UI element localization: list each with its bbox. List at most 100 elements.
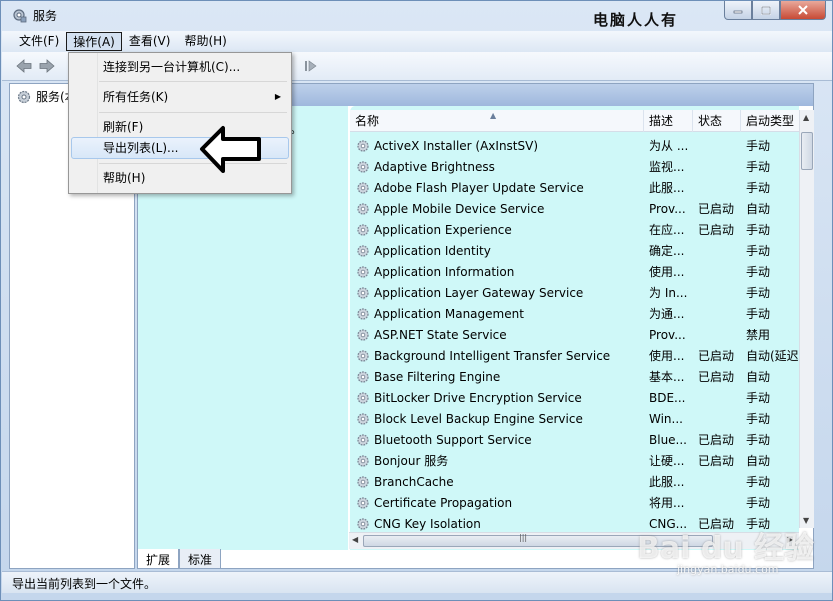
gear-icon bbox=[357, 496, 369, 509]
gear-icon bbox=[357, 391, 369, 404]
service-name-cell: CNG Key Isolation bbox=[350, 517, 644, 531]
menu-item-all-tasks[interactable]: 所有任务(K) ▶ bbox=[71, 86, 289, 108]
tab-standard[interactable]: 标准 bbox=[179, 549, 222, 569]
menu-item-connect[interactable]: 连接到另一台计算机(C)... bbox=[71, 56, 289, 78]
table-row[interactable]: Application Management 为通... 手动 bbox=[350, 303, 799, 324]
service-startup: 手动 bbox=[746, 223, 771, 237]
service-startup: 手动 bbox=[746, 265, 771, 279]
service-name-cell: Bonjour 服务 bbox=[350, 452, 644, 469]
service-name: Application Layer Gateway Service bbox=[374, 285, 584, 300]
service-startup: 自动 bbox=[746, 202, 771, 216]
service-status: 已启动 bbox=[698, 223, 735, 237]
menu-view[interactable]: 查看(V) bbox=[122, 31, 178, 52]
menu-help[interactable]: 帮助(H) bbox=[177, 31, 233, 52]
service-name: ActiveX Installer (AxInstSV) bbox=[374, 138, 539, 153]
close-button[interactable] bbox=[780, 1, 826, 20]
service-name-cell: Certificate Propagation bbox=[350, 496, 644, 510]
service-name-cell: Application Identity bbox=[350, 244, 644, 258]
table-row[interactable]: Application Information 使用... 手动 bbox=[350, 261, 799, 282]
table-row[interactable]: Block Level Backup Engine Service Win... 手… bbox=[350, 408, 799, 429]
service-name: ASP.NET State Service bbox=[374, 327, 507, 342]
service-name: Base Filtering Engine bbox=[374, 369, 501, 384]
menu-file[interactable]: 文件(F) bbox=[12, 31, 66, 52]
gear-icon bbox=[13, 9, 27, 23]
service-name: BitLocker Drive Encryption Service bbox=[374, 390, 582, 405]
close-icon bbox=[798, 5, 808, 15]
menu-item-all-tasks-label: 所有任务(K) bbox=[103, 90, 169, 104]
service-startup: 手动 bbox=[746, 181, 771, 195]
service-status: 已启动 bbox=[698, 370, 735, 384]
table-row[interactable]: Certificate Propagation 将用... 手动 bbox=[350, 492, 799, 513]
gear-icon bbox=[357, 139, 369, 152]
table-row[interactable]: Application Layer Gateway Service 为 In...… bbox=[350, 282, 799, 303]
menu-action[interactable]: 操作(A) bbox=[66, 32, 122, 51]
service-startup: 手动 bbox=[746, 244, 771, 258]
watermark-url: jingyan.baidu.com bbox=[677, 563, 779, 576]
column-header-name[interactable]: ▲ 名称 bbox=[350, 110, 644, 132]
service-startup: 禁用 bbox=[746, 328, 771, 342]
gear-icon bbox=[357, 412, 369, 425]
arrow-right-icon[interactable] bbox=[38, 58, 56, 74]
column-header-startup[interactable]: 启动类型 bbox=[741, 110, 799, 132]
service-startup: 手动 bbox=[746, 391, 771, 405]
table-row[interactable]: BitLocker Drive Encryption Service BDE...… bbox=[350, 387, 799, 408]
service-name-cell: Base Filtering Engine bbox=[350, 370, 644, 384]
service-startup: 手动 bbox=[746, 160, 771, 174]
grip-icon: ||| bbox=[519, 533, 528, 542]
vertical-scroll-thumb[interactable] bbox=[801, 132, 813, 170]
table-row[interactable]: Bonjour 服务 让硬... 已启动 自动 bbox=[350, 450, 799, 471]
service-name-cell: Apple Mobile Device Service bbox=[350, 202, 644, 216]
service-desc: Win... bbox=[649, 411, 683, 426]
maximize-button[interactable] bbox=[752, 1, 780, 20]
menu-separator bbox=[99, 81, 287, 82]
service-name-cell: Bluetooth Support Service bbox=[350, 433, 644, 447]
table-row[interactable]: Adaptive Brightness 监视... 手动 bbox=[350, 156, 799, 177]
service-name-cell: Adaptive Brightness bbox=[350, 160, 644, 174]
table-row[interactable]: ActiveX Installer (AxInstSV) 为从 ... 手动 bbox=[350, 135, 799, 156]
gear-icon bbox=[357, 223, 369, 236]
column-header-desc[interactable]: 描述 bbox=[644, 110, 693, 132]
service-desc: 将用... bbox=[649, 496, 685, 510]
service-name-cell: BranchCache bbox=[350, 475, 644, 489]
menu-item-refresh-label: 刷新(F) bbox=[103, 120, 144, 134]
service-startup: 手动 bbox=[746, 433, 771, 447]
service-name-cell: ActiveX Installer (AxInstSV) bbox=[350, 139, 644, 153]
play-icon[interactable] bbox=[302, 58, 320, 74]
service-desc: Blue... bbox=[649, 432, 687, 447]
table-row[interactable]: Application Experience 在应... 已启动 手动 bbox=[350, 219, 799, 240]
view-tabs: 扩展 标准 bbox=[137, 549, 222, 569]
gear-icon bbox=[357, 433, 369, 446]
column-startup-label: 启动类型 bbox=[746, 114, 795, 128]
minimize-button[interactable] bbox=[724, 1, 752, 20]
service-name: Certificate Propagation bbox=[374, 495, 513, 510]
maximize-icon bbox=[761, 5, 771, 15]
tab-extended[interactable]: 扩展 bbox=[137, 549, 180, 569]
table-row[interactable]: Adobe Flash Player Update Service 此服... 手动 bbox=[350, 177, 799, 198]
gear-icon bbox=[357, 181, 369, 194]
table-row[interactable]: Bluetooth Support Service Blue... 已启动 手动 bbox=[350, 429, 799, 450]
vertical-scrollbar[interactable]: ▲ ▼ bbox=[799, 110, 814, 528]
service-desc: Prov... bbox=[649, 201, 686, 216]
service-name-cell: Application Experience bbox=[350, 223, 644, 237]
table-row[interactable]: ASP.NET State Service Prov... 禁用 bbox=[350, 324, 799, 345]
service-name-cell: Background Intelligent Transfer Service bbox=[350, 349, 644, 363]
watermark-text: 电脑人人有 bbox=[593, 11, 679, 29]
service-desc: 监视... bbox=[649, 160, 685, 174]
title-bar[interactable]: 服务 电脑人人有 bbox=[1, 1, 832, 31]
scroll-left-icon[interactable]: ◀ bbox=[352, 535, 358, 544]
gear-icon bbox=[357, 265, 369, 278]
service-startup: 自动(延迟 bbox=[746, 349, 799, 363]
table-row[interactable]: Apple Mobile Device Service Prov... 已启动 自动 bbox=[350, 198, 799, 219]
column-header-status[interactable]: 状态 bbox=[693, 110, 741, 132]
service-status: 已启动 bbox=[698, 349, 735, 363]
table-row[interactable]: Application Identity 确定... 手动 bbox=[350, 240, 799, 261]
table-row[interactable]: Base Filtering Engine 基本... 已启动 自动 bbox=[350, 366, 799, 387]
arrow-left-icon[interactable] bbox=[15, 58, 33, 74]
table-row[interactable]: BranchCache 此服... 手动 bbox=[350, 471, 799, 492]
table-row[interactable]: Background Intelligent Transfer Service 使… bbox=[350, 345, 799, 366]
status-text: 导出当前列表到一个文件。 bbox=[12, 577, 157, 591]
service-startup: 自动 bbox=[746, 370, 771, 384]
gear-icon bbox=[357, 475, 369, 488]
scroll-up-icon[interactable]: ▲ bbox=[803, 113, 809, 122]
gear-icon bbox=[357, 370, 369, 383]
